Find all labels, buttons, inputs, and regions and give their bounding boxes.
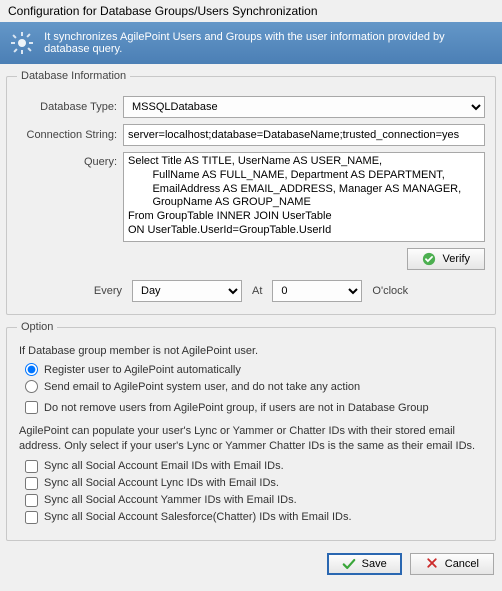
save-check-icon: [342, 557, 356, 571]
chk-email[interactable]: [25, 460, 38, 473]
footer: Save Cancel: [0, 547, 502, 585]
option-intro: If Database group member is not AgilePoi…: [19, 345, 485, 357]
chk-chatter-row[interactable]: Sync all Social Account Salesforce(Chatt…: [25, 511, 485, 524]
oclock-label: O'clock: [372, 285, 408, 297]
option-group: Option If Database group member is not A…: [6, 321, 496, 541]
database-info-group: Database Information Database Type: MSSQ…: [6, 70, 496, 315]
radio-email[interactable]: [25, 380, 38, 393]
window-title: Configuration for Database Groups/Users …: [0, 0, 502, 22]
chk-lync-row[interactable]: Sync all Social Account Lync IDs with Em…: [25, 477, 485, 490]
database-info-legend: Database Information: [17, 70, 130, 82]
chk-chatter-label: Sync all Social Account Salesforce(Chatt…: [44, 511, 352, 523]
banner-text: It synchronizes AgilePoint Users and Gro…: [44, 31, 492, 55]
cancel-button[interactable]: Cancel: [410, 553, 494, 575]
check-icon: [422, 252, 436, 266]
every-select[interactable]: Day: [132, 280, 242, 302]
save-label: Save: [362, 558, 387, 570]
chk-email-row[interactable]: Sync all Social Account Email IDs with E…: [25, 460, 485, 473]
radio-register[interactable]: [25, 363, 38, 376]
chk-noremove[interactable]: [25, 401, 38, 414]
conn-input[interactable]: [123, 124, 485, 146]
dbtype-label: Database Type:: [17, 101, 117, 113]
cancel-label: Cancel: [445, 558, 479, 570]
conn-label: Connection String:: [17, 129, 117, 141]
gear-icon: [10, 30, 34, 56]
chk-lync-label: Sync all Social Account Lync IDs with Em…: [44, 477, 279, 489]
option-legend: Option: [17, 321, 57, 333]
query-textarea[interactable]: [123, 152, 485, 242]
chk-chatter[interactable]: [25, 511, 38, 524]
radio-email-label: Send email to AgilePoint system user, an…: [44, 381, 360, 393]
chk-lync[interactable]: [25, 477, 38, 490]
dbtype-select[interactable]: MSSQLDatabase: [123, 96, 485, 118]
radio-register-row[interactable]: Register user to AgilePoint automaticall…: [25, 363, 485, 376]
save-button[interactable]: Save: [327, 553, 402, 575]
every-label: Every: [94, 285, 122, 297]
chk-yammer[interactable]: [25, 494, 38, 507]
chk-noremove-label: Do not remove users from AgilePoint grou…: [44, 402, 429, 414]
verify-button[interactable]: Verify: [407, 248, 485, 270]
info-banner: It synchronizes AgilePoint Users and Gro…: [0, 22, 502, 64]
query-label: Query:: [17, 152, 117, 168]
at-label: At: [252, 285, 262, 297]
option-note: AgilePoint can populate your user's Lync…: [19, 424, 485, 454]
chk-noremove-row[interactable]: Do not remove users from AgilePoint grou…: [25, 401, 485, 414]
radio-register-label: Register user to AgilePoint automaticall…: [44, 364, 241, 376]
chk-yammer-label: Sync all Social Account Yammer IDs with …: [44, 494, 297, 506]
radio-email-row[interactable]: Send email to AgilePoint system user, an…: [25, 380, 485, 393]
chk-yammer-row[interactable]: Sync all Social Account Yammer IDs with …: [25, 494, 485, 507]
verify-label: Verify: [442, 253, 470, 265]
at-select[interactable]: 0: [272, 280, 362, 302]
cancel-x-icon: [425, 557, 439, 571]
chk-email-label: Sync all Social Account Email IDs with E…: [44, 460, 284, 472]
